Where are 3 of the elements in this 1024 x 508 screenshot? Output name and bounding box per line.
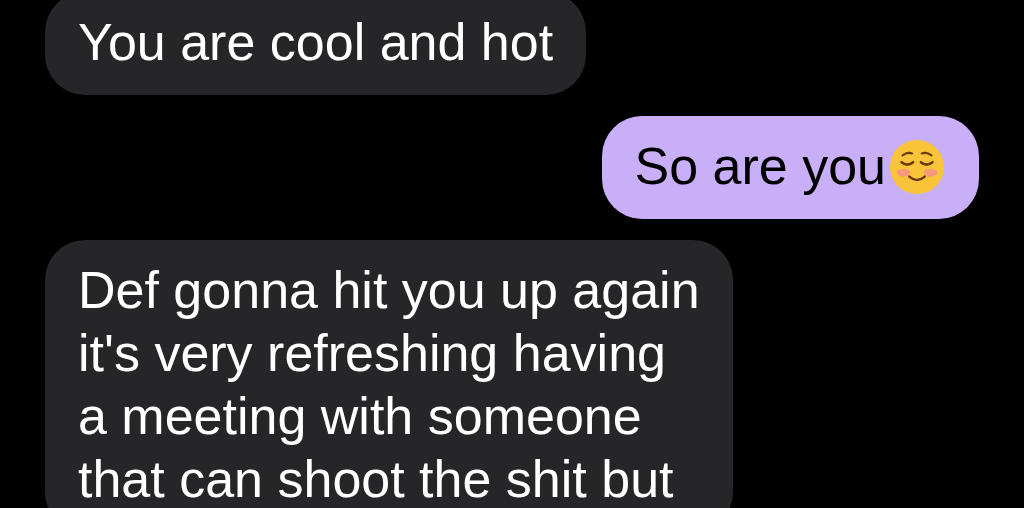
- message-text: You are cool and hot: [78, 12, 554, 73]
- message-text: Def gonna hit you up again it's very refreshing having a meeting with someone that can shoot the shit but: [78, 260, 700, 508]
- message-text: So are you: [634, 136, 886, 197]
